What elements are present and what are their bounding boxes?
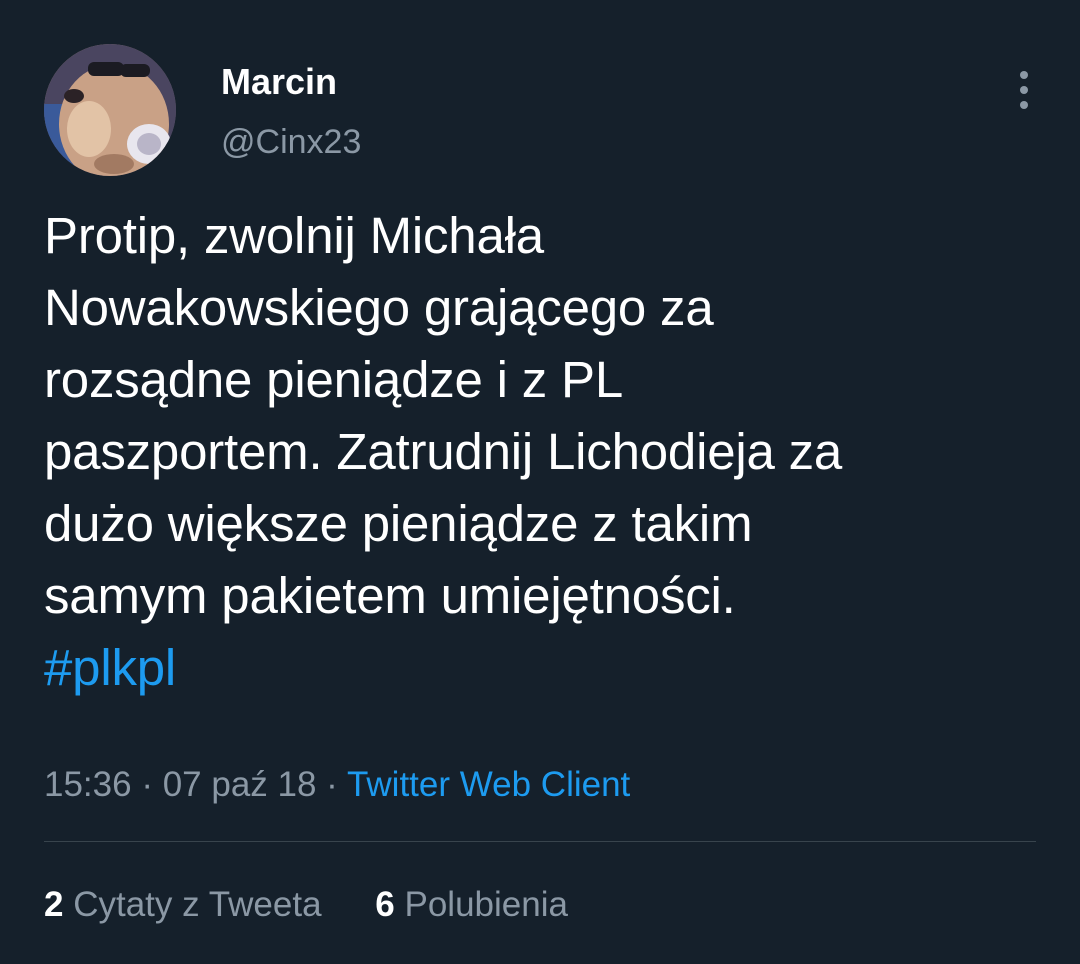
tweet-source-link[interactable]: Twitter Web Client (347, 765, 630, 804)
tweet-text-line: samym pakietem umiejętności. (44, 567, 736, 624)
tweet-text: Protip, zwolnij Michała Nowakowskiego gr… (44, 200, 1034, 704)
quote-tweets-stat[interactable]: 2 Cytaty z Tweeta (44, 882, 322, 928)
dog-with-sunglasses-avatar-icon (44, 44, 176, 176)
likes-stat[interactable]: 6 Polubienia (375, 882, 568, 928)
tweet-time[interactable]: 15:36 (44, 765, 132, 804)
likes-count: 6 (375, 885, 395, 924)
tweet-text-line: Protip, zwolnij Michała (44, 207, 544, 264)
hashtag-link[interactable]: #plkpl (44, 639, 176, 696)
meta-separator: · (316, 765, 347, 804)
tweet-text-line: rozsądne pieniądze i z PL (44, 351, 624, 408)
quote-tweets-count: 2 (44, 885, 64, 924)
display-name[interactable]: Marcin (221, 60, 337, 104)
more-dot (1020, 71, 1028, 79)
divider (44, 841, 1036, 842)
tweet-detail: Marcin @Cinx23 Protip, zwolnij Michała N… (0, 0, 1080, 964)
avatar[interactable] (44, 44, 176, 176)
meta-separator: · (131, 765, 163, 804)
more-dot (1020, 86, 1028, 94)
more-dot (1020, 101, 1028, 109)
tweet-date[interactable]: 07 paź 18 (163, 765, 317, 804)
more-vertical-icon[interactable] (1000, 62, 1048, 118)
tweet-text-line: Nowakowskiego grającego za (44, 279, 714, 336)
likes-label: Polubienia (404, 885, 568, 924)
tweet-text-line: paszportem. Zatrudnij Lichodieja za (44, 423, 843, 480)
quote-tweets-label: Cytaty z Tweeta (73, 885, 322, 924)
tweet-meta: 15:36 · 07 paź 18 · Twitter Web Client (44, 762, 630, 808)
tweet-stats: 2 Cytaty z Tweeta 6 Polubienia (44, 882, 568, 928)
tweet-text-line: dużo większe pieniądze z takim (44, 495, 753, 552)
user-handle[interactable]: @Cinx23 (221, 120, 361, 164)
